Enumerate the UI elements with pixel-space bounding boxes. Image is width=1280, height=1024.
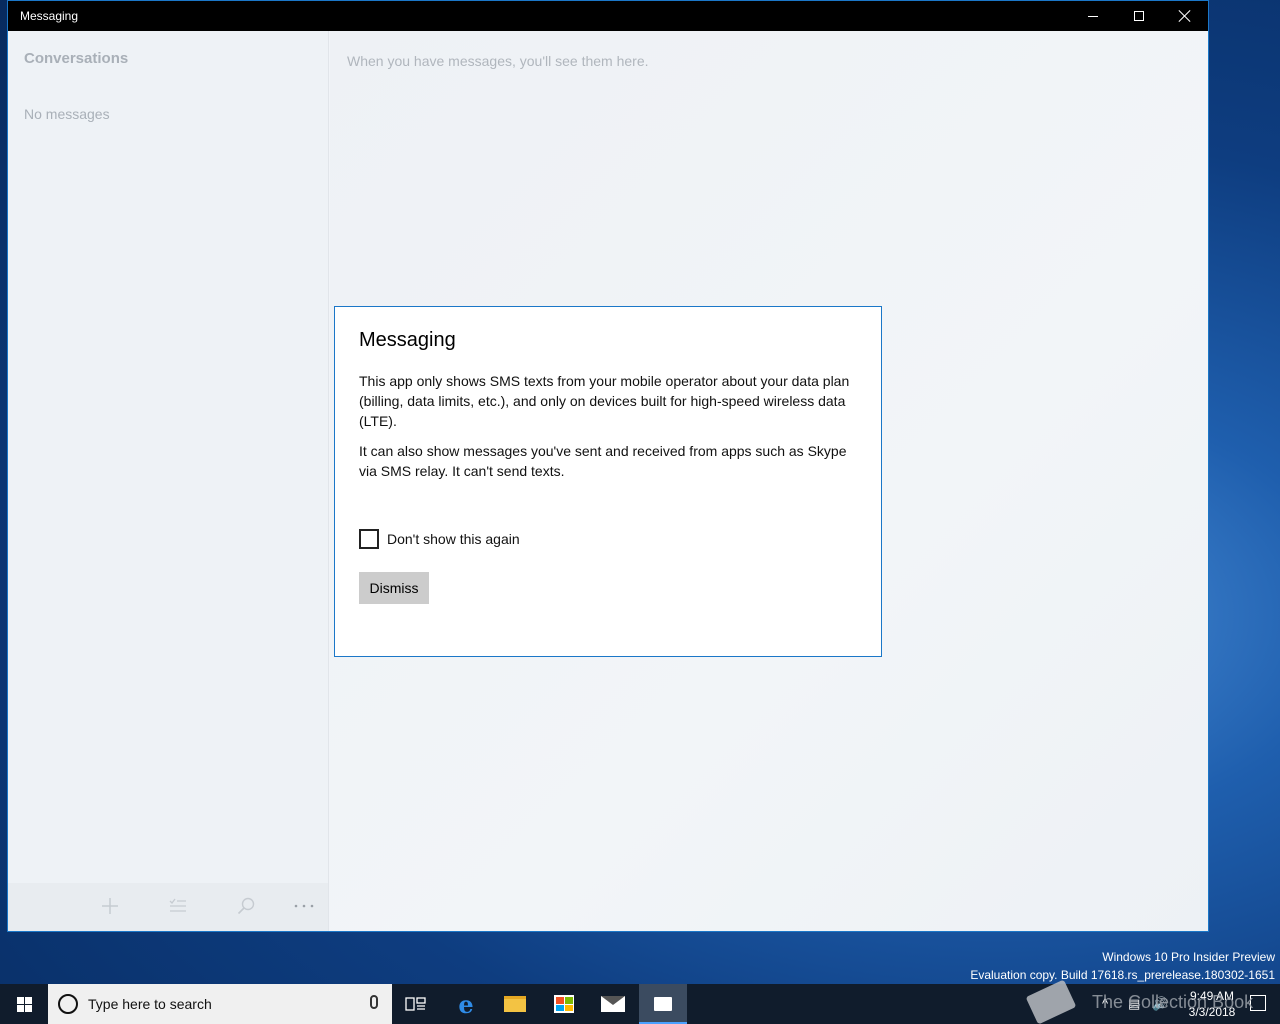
- close-icon: [1179, 10, 1191, 22]
- title-bar[interactable]: Messaging: [8, 1, 1208, 31]
- more-icon: [294, 904, 314, 908]
- window-title: Messaging: [20, 9, 79, 23]
- search-icon: [237, 897, 255, 915]
- dismiss-button[interactable]: Dismiss: [359, 572, 429, 604]
- microphone-icon[interactable]: [370, 995, 378, 1009]
- system-tray: ^ ▤ 🔊 9:49 AM 3/3/2018: [1090, 984, 1280, 1024]
- select-list-icon: [169, 898, 186, 912]
- edge-button[interactable]: e: [442, 984, 490, 1024]
- dont-show-again-label[interactable]: Don't show this again: [387, 531, 520, 547]
- store-icon: [554, 995, 574, 1013]
- messaging-taskbar-button[interactable]: [639, 984, 687, 1024]
- dont-show-again-row[interactable]: Don't show this again: [359, 529, 520, 549]
- search-button[interactable]: [229, 891, 263, 921]
- clock-time: 9:49 AM: [1189, 989, 1235, 1003]
- taskbar-search-box[interactable]: Type here to search: [48, 984, 392, 1024]
- close-button[interactable]: [1162, 1, 1208, 31]
- mail-button[interactable]: [589, 984, 637, 1024]
- conversations-heading: Conversations: [24, 50, 129, 67]
- task-view-icon: [405, 997, 426, 1011]
- conversations-sidebar: Conversations No messages: [8, 31, 329, 931]
- messaging-icon: [654, 997, 672, 1011]
- desktop-watermark-build: Evaluation copy. Build 17618.rs_prerelea…: [970, 968, 1275, 982]
- task-view-button[interactable]: [392, 984, 440, 1024]
- edge-icon: e: [458, 989, 474, 1019]
- desktop-watermark-edition: Windows 10 Pro Insider Preview: [1102, 950, 1275, 964]
- more-options-button[interactable]: [287, 891, 321, 921]
- minimize-icon: [1088, 15, 1098, 17]
- info-dialog: Messaging This app only shows SMS texts …: [334, 306, 882, 657]
- network-icon[interactable]: ▤: [1128, 996, 1140, 1012]
- maximize-button[interactable]: [1116, 1, 1162, 31]
- dialog-title: Messaging: [359, 329, 456, 351]
- no-messages-text: No messages: [24, 106, 110, 122]
- select-button[interactable]: [161, 891, 195, 921]
- sidebar-toolbar: [8, 883, 328, 931]
- minimize-button[interactable]: [1070, 1, 1116, 31]
- dialog-paragraph-1: This app only shows SMS texts from your …: [359, 373, 850, 429]
- dont-show-again-checkbox[interactable]: [359, 529, 379, 549]
- show-hidden-icons-icon[interactable]: ^: [1102, 996, 1108, 1011]
- taskbar: Type here to search e ^ ▤ 🔊 9:49 AM 3/3/…: [0, 984, 1280, 1024]
- clock-date: 3/3/2018: [1188, 1005, 1236, 1019]
- action-center-icon[interactable]: [1250, 995, 1266, 1011]
- file-explorer-button[interactable]: [491, 984, 539, 1024]
- windows-logo-icon: [16, 996, 32, 1012]
- cortana-icon: [58, 994, 78, 1014]
- dialog-paragraph-2: It can also show messages you've sent an…: [359, 443, 847, 479]
- store-button[interactable]: [540, 984, 588, 1024]
- empty-state-hint: When you have messages, you'll see them …: [347, 53, 649, 69]
- maximize-icon: [1134, 11, 1144, 21]
- plus-icon: [102, 898, 118, 914]
- mail-icon: [601, 996, 625, 1012]
- file-explorer-icon: [504, 996, 526, 1012]
- taskbar-clock[interactable]: 9:49 AM 3/3/2018: [1182, 988, 1242, 1020]
- volume-icon[interactable]: 🔊: [1152, 996, 1168, 1012]
- start-button[interactable]: [0, 984, 48, 1024]
- new-message-button[interactable]: [93, 891, 127, 921]
- search-placeholder: Type here to search: [88, 996, 212, 1012]
